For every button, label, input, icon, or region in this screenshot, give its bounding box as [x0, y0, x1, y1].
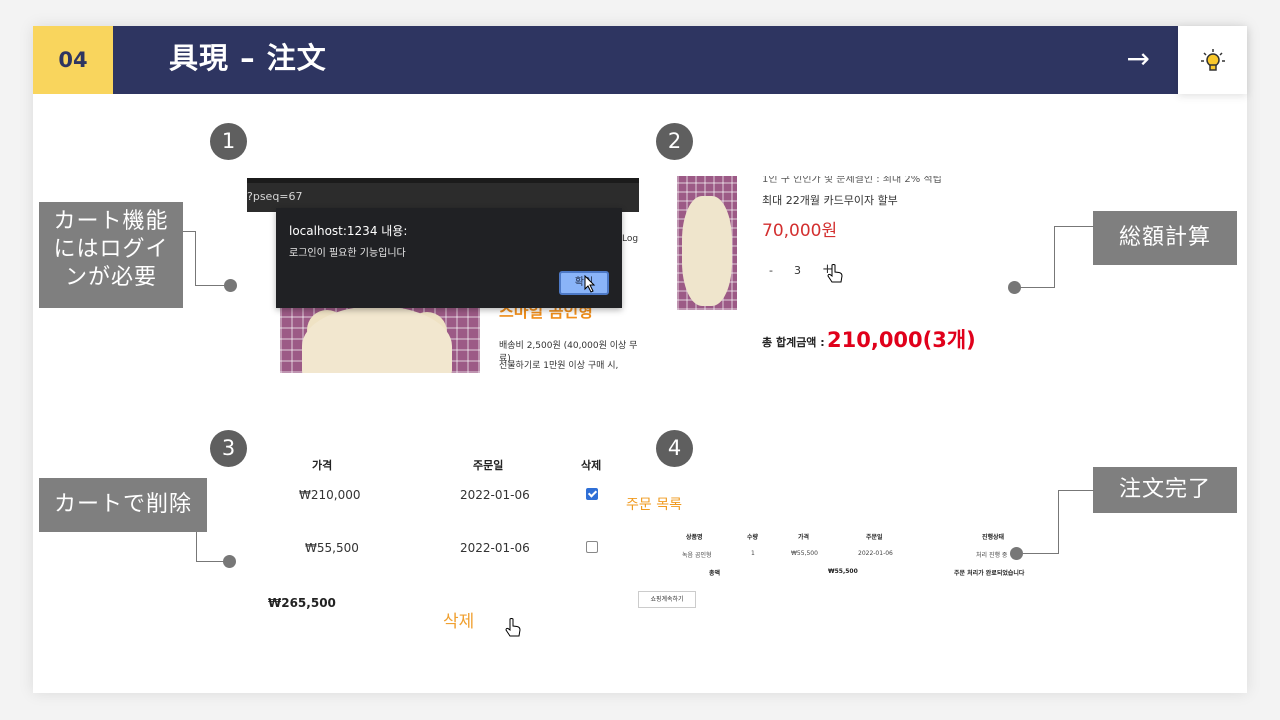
col-header-qty: 수량: [747, 534, 759, 541]
marker-2: 2: [656, 123, 693, 160]
bear-body: [682, 196, 732, 306]
row-2-delete-checkbox[interactable]: [586, 541, 598, 553]
col-header-status: 진행상태: [982, 534, 1005, 541]
lightbulb-icon-box: [1178, 26, 1247, 94]
total-amount: 210,000(3개): [827, 328, 976, 352]
connector-total-b: [1020, 287, 1054, 288]
row-2-date: 2022-01-06: [460, 541, 530, 555]
col-header-price: 가격: [312, 459, 333, 472]
order-date: 2022-01-06: [858, 550, 893, 557]
hand-pointer-icon: [505, 618, 521, 637]
installment-info: 최대 22개월 카드무이자 할부: [762, 194, 898, 207]
col-header-date: 주문일: [866, 534, 883, 541]
callout-order-complete: 注文完了: [1093, 467, 1237, 513]
row-1-price: ₩210,000: [299, 488, 361, 502]
col-header-product: 상품명: [686, 534, 703, 541]
screenshot-total-calc: 1인 구 인인가 및 문제결인 : 최대 2% 적립 최대 22개월 카드무이자…: [677, 176, 1017, 356]
callout-login-line-2: にはログイ: [53, 237, 169, 262]
arrow-right-icon[interactable]: →: [1127, 26, 1150, 94]
connector-total-a: [1054, 226, 1094, 288]
order-product: 녹음 곰인형: [682, 552, 712, 559]
continue-shopping-button[interactable]: 쇼핑계속하기: [638, 591, 696, 608]
product-price: 70,000원: [762, 221, 838, 241]
total-value: ₩55,500: [828, 568, 858, 575]
quantity-value: 3: [794, 264, 801, 277]
connector-delete-a: [196, 532, 197, 561]
screenshot-order-list: 주문 목록 상품명 수량 가격 주문일 진행상태 녹음 곰인형 1 ₩55,50…: [626, 494, 1046, 644]
col-header-price: 가격: [798, 534, 810, 541]
callout-login-line-1: カート機能: [53, 209, 169, 234]
login-link[interactable]: Logi: [622, 234, 639, 244]
alert-dialog: localhost:1234 내용: 로그인이 필요한 기능입니다 확인: [276, 208, 622, 308]
screenshot-cart-delete: 가격 주문일 삭제 ₩210,000 2022-01-06 ₩55,500 20…: [261, 451, 641, 671]
order-price: ₩55,500: [791, 550, 818, 557]
callout-dot-delete: [223, 555, 236, 568]
marker-3: 3: [210, 430, 247, 467]
connector-complete-a: [1058, 490, 1094, 554]
callout-login-line-3: ンが必要: [64, 265, 157, 290]
order-complete-message: 주문 처리가 완료되었습니다: [954, 570, 1025, 577]
section-number: 04: [33, 26, 113, 94]
gift-info: 선물하기로 1만원 이상 구매 시, 300P 최: [499, 361, 619, 371]
row-1-delete-checkbox[interactable]: [586, 488, 598, 500]
dialog-title: localhost:1234 내용:: [289, 224, 408, 238]
order-qty: 1: [751, 550, 755, 557]
connector-login-a: [183, 231, 196, 286]
slide-header: 04 具現 – 注文 →: [33, 26, 1247, 94]
cart-sum: ₩265,500: [268, 596, 336, 610]
col-header-delete: 삭제: [581, 459, 602, 472]
order-status: 처리 진행 중: [976, 552, 1008, 559]
total-label: 총액: [709, 570, 721, 577]
quantity-decrease-button[interactable]: -: [769, 264, 773, 277]
callout-login-required: カート機能 にはログイ ンが必要: [39, 202, 183, 308]
col-header-date: 주문일: [473, 459, 504, 472]
callout-cart-delete: カートで削除: [39, 478, 207, 532]
order-list-title: 주문 목록: [626, 497, 682, 513]
truncated-text: 1인 구 인인가 및 문제결인 : 최대 2% 적립: [762, 176, 942, 185]
delete-button[interactable]: 삭제: [443, 607, 474, 632]
marker-1: 1: [210, 123, 247, 160]
mouse-pointer-icon: [584, 275, 596, 293]
total-label: 총 합계금액 :: [762, 336, 825, 349]
callout-dot-login: [224, 279, 237, 292]
row-1-date: 2022-01-06: [460, 488, 530, 502]
slide: 04 具現 – 注文 → 1 2 3 4 カート機能 にはログイ ンが必要 総額…: [33, 26, 1247, 693]
page-title: 具現 – 注文: [169, 41, 327, 75]
dialog-message: 로그인이 필요한 기능입니다: [289, 248, 406, 259]
marker-4: 4: [656, 430, 693, 467]
lightbulb-icon: [1201, 49, 1225, 71]
browser-url-bar[interactable]: ?pseq=67: [247, 178, 639, 212]
row-2-price: ₩55,500: [305, 541, 359, 555]
hand-pointer-icon: [827, 264, 843, 283]
connector-delete-b: [196, 561, 226, 562]
title-bar: 具現 – 注文 →: [113, 26, 1178, 94]
screenshot-login-alert: ?pseq=67 Logi 스마일 곰인형 배송비 2,500원 (40,000…: [247, 178, 639, 373]
callout-total-calc: 総額計算: [1093, 211, 1237, 265]
url-text: ?pseq=67: [247, 190, 303, 203]
